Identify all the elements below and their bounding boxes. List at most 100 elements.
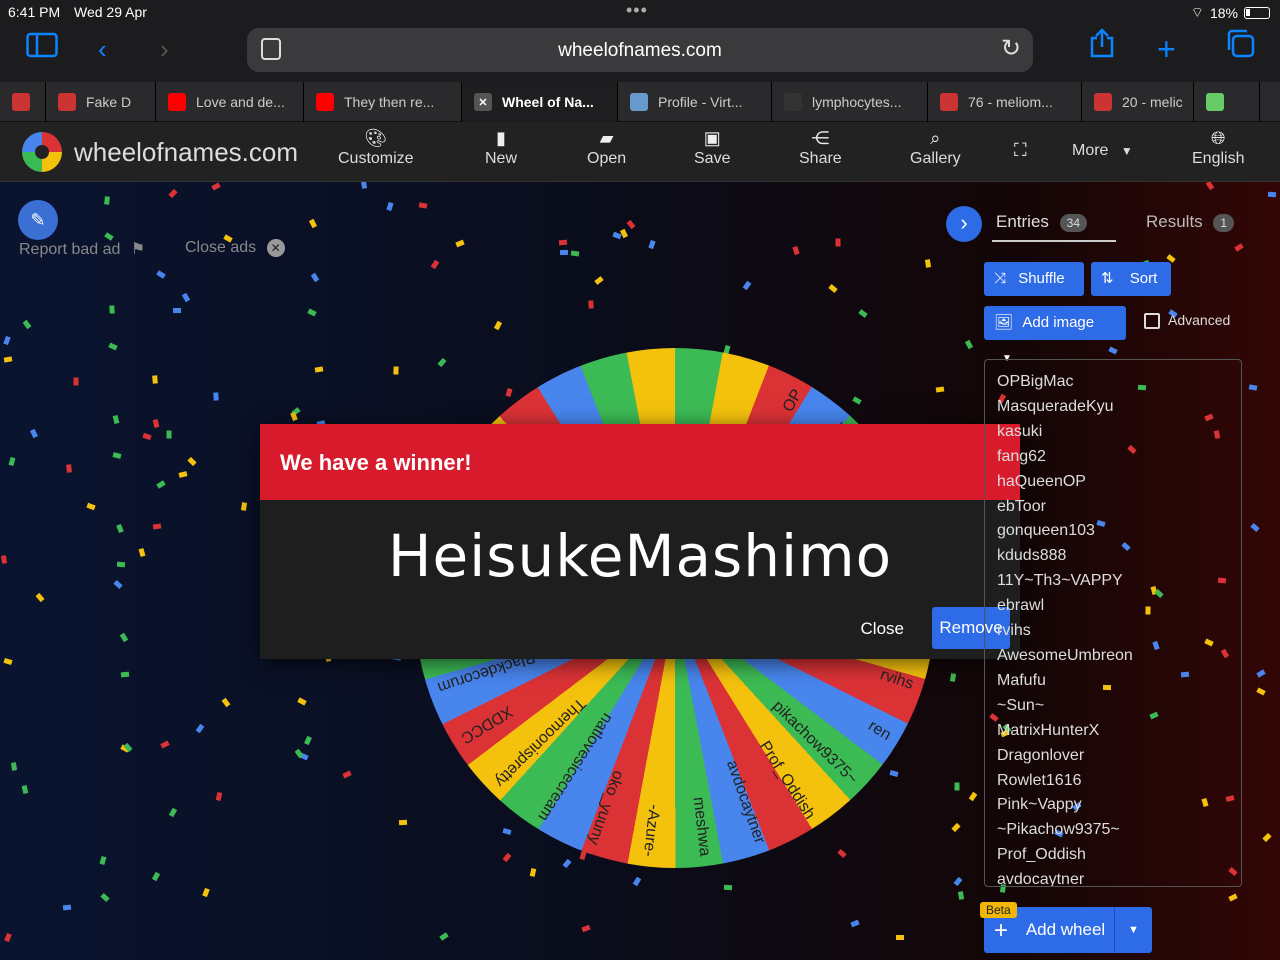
tab-9[interactable]: [1194, 82, 1260, 122]
confetti-piece: [152, 375, 158, 384]
address-bar[interactable]: wheelofnames.com ↻: [247, 28, 1033, 72]
wifi-icon: ⌔: [1190, 4, 1204, 20]
pokeball-icon: [1206, 93, 1224, 111]
confetti-piece: [723, 884, 733, 891]
tab-5[interactable]: Profile - Virt...: [618, 82, 772, 122]
confetti-piece: [29, 428, 39, 439]
language-label: English: [1192, 150, 1245, 167]
multitasking-dots-icon[interactable]: •••: [626, 0, 648, 21]
new-button[interactable]: ▮ New: [485, 126, 517, 168]
confetti-piece: [398, 819, 408, 826]
search-icon: ⌕: [930, 128, 941, 148]
confetti-piece: [850, 919, 860, 928]
tab-label: 20 - melic: [1122, 94, 1183, 110]
tab-4[interactable]: ✕ Wheel of Na...: [462, 82, 618, 122]
confetti-piece: [308, 218, 318, 229]
advanced-checkbox[interactable]: Advanced: [1144, 312, 1230, 330]
edit-pencil-icon[interactable]: ✎: [18, 200, 58, 240]
customize-button[interactable]: 🎨︎ Customize: [338, 126, 414, 168]
url-text: wheelofnames.com: [558, 40, 722, 61]
winner-dialog-title: We have a winner!: [260, 424, 1020, 500]
confetti-piece: [152, 523, 162, 530]
fullscreen-button[interactable]: ⛶: [1014, 138, 1027, 162]
gallery-button[interactable]: ⌕ Gallery: [910, 126, 961, 168]
confetti-piece: [502, 827, 512, 836]
confetti-piece: [73, 377, 79, 386]
battery-icon: [1244, 7, 1270, 19]
confetti-piece: [559, 249, 569, 256]
tab-2[interactable]: Love and de...: [156, 82, 304, 122]
entry-line: Pink~Vappy: [997, 796, 1082, 814]
add-wheel-dropdown-icon[interactable]: ▼: [1114, 907, 1152, 953]
more-menu-button[interactable]: More ▼: [1072, 142, 1133, 160]
save-button[interactable]: ▣ Save: [694, 126, 730, 168]
confetti-piece: [116, 561, 126, 568]
share-button[interactable]: ⋲ Share: [799, 126, 842, 168]
sort-icon: ⇅: [1101, 270, 1114, 287]
confetti-piece: [439, 932, 449, 941]
tab-8[interactable]: 20 - melic: [1082, 82, 1194, 122]
reload-icon[interactable]: ↻: [1001, 34, 1021, 63]
entry-line: ebrawl: [997, 597, 1045, 615]
tab-1[interactable]: Fake D: [46, 82, 156, 122]
tab-3[interactable]: They then re...: [304, 82, 462, 122]
confetti-piece: [202, 887, 210, 898]
save-label: Save: [694, 150, 731, 167]
entries-textarea[interactable]: OPBigMac MasqueradeKyu kasuki fang62 haQueen…: [984, 359, 1242, 887]
site-name[interactable]: wheelofnames.com: [74, 137, 298, 168]
confetti-piece: [213, 392, 219, 401]
entry-line: AwesomeUmbreon: [997, 646, 1133, 664]
shuffle-button[interactable]: ⤨ Shuffle: [984, 262, 1084, 296]
confetti-piece: [594, 276, 604, 285]
entry-line: gonqueen103: [997, 522, 1095, 540]
add-image-label: Add image: [1022, 314, 1095, 331]
sort-button[interactable]: ⇅ Sort: [1091, 262, 1171, 296]
entry-line: kduds888: [997, 547, 1067, 565]
tab-0[interactable]: [0, 82, 46, 122]
tab-6[interactable]: lymphocytes...: [772, 82, 928, 122]
language-button[interactable]: 🌐︎ English: [1192, 126, 1244, 168]
confetti-piece: [112, 415, 120, 424]
entry-line: Mafufu: [997, 671, 1046, 689]
confetti-piece: [297, 697, 307, 706]
confetti-piece: [4, 932, 12, 943]
sort-label: Sort: [1129, 270, 1158, 287]
flag-icon: ⚑: [130, 241, 146, 258]
close-icon[interactable]: ✕: [474, 93, 492, 111]
report-bad-ad-link[interactable]: Report bad ad ⚑: [19, 239, 145, 259]
back-icon[interactable]: ‹: [98, 24, 107, 74]
add-image-button[interactable]: 🖼︎ Add image ▼: [984, 306, 1126, 364]
fullscreen-icon: ⛶: [1014, 140, 1027, 160]
confetti-piece: [581, 924, 591, 933]
confetti-piece: [1267, 191, 1277, 198]
confetti-piece: [307, 308, 317, 317]
share-icon[interactable]: [1089, 24, 1115, 74]
collapse-panel-chevron-icon[interactable]: ›: [946, 206, 982, 242]
sidebar-icon[interactable]: [26, 24, 58, 74]
close-ads-link[interactable]: Close ads ✕: [185, 239, 285, 257]
new-tab-icon[interactable]: +: [1157, 24, 1176, 74]
open-button[interactable]: ▰ Open: [587, 126, 626, 168]
pokemon-icon: [630, 93, 648, 111]
site-header: wheelofnames.com 🎨︎ Customize ▮ New ▰ Op…: [0, 122, 1280, 182]
confetti-piece: [455, 239, 465, 248]
folder-open-icon: ▰: [599, 128, 614, 148]
confetti-piece: [0, 555, 8, 564]
entries-panel: › Entries 34 Results 1 ⤨ Shuffle ⇅ Sort …: [946, 196, 1266, 960]
wheel-logo-icon[interactable]: [22, 132, 62, 172]
confetti-piece: [648, 239, 656, 250]
tab-results[interactable]: Results 1: [1146, 212, 1235, 232]
tab-entries[interactable]: Entries 34: [996, 212, 1088, 232]
confetti-piece: [342, 770, 352, 779]
tab-7[interactable]: 76 - meliom...: [928, 82, 1082, 122]
entry-line: MasqueradeKyu: [997, 397, 1114, 415]
confetti-piece: [437, 357, 447, 368]
confetti-piece: [100, 892, 110, 903]
tab-label: Love and de...: [196, 94, 285, 110]
forward-icon[interactable]: ›: [160, 24, 169, 74]
confetti-piece: [570, 250, 580, 257]
tabs-overview-icon[interactable]: [1225, 24, 1255, 74]
close-button[interactable]: Close: [861, 619, 904, 639]
entry-line: fang62: [997, 447, 1046, 465]
confetti-piece: [896, 935, 904, 940]
